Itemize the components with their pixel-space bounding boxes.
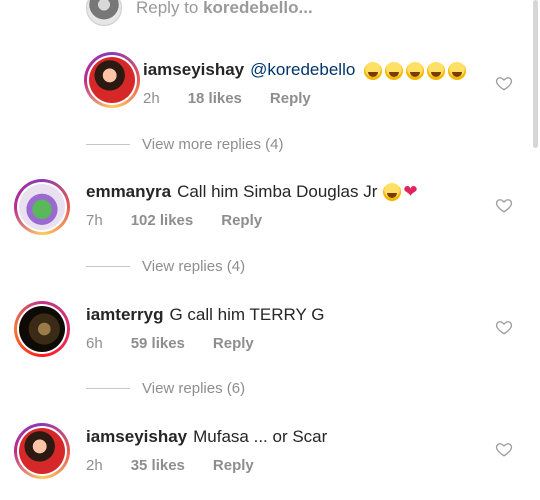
view-more-replies[interactable]: View more replies (4) — [86, 136, 283, 153]
comment-text: G call him TERRY G — [169, 305, 325, 324]
laughing-emoji-icon — [406, 61, 425, 80]
likes-count[interactable]: 18 likes — [188, 90, 242, 107]
username[interactable]: iamterryg — [86, 305, 163, 325]
red-heart-icon: ❤ — [403, 182, 418, 201]
current-user-avatar — [86, 0, 122, 26]
heart-outline-icon[interactable] — [495, 318, 513, 336]
username[interactable]: iamseyishay — [143, 60, 244, 80]
view-replies-label: View replies (6) — [142, 380, 246, 397]
reply-username: koredebello... — [203, 0, 313, 17]
reply-placeholder[interactable]: Reply to koredebello... — [136, 0, 313, 18]
profile-image — [89, 57, 135, 103]
username[interactable]: iamseyishay — [86, 427, 187, 447]
laughing-emoji-icon — [448, 61, 467, 80]
laughing-emoji-icon — [385, 61, 404, 80]
laughing-emoji-icon — [427, 61, 446, 80]
scrollbar[interactable] — [533, 0, 538, 148]
divider — [86, 266, 130, 267]
comment-meta: 7h 102 likes Reply — [86, 212, 290, 229]
username[interactable]: emmanyra — [86, 182, 171, 202]
divider — [86, 144, 130, 145]
likes-count[interactable]: 102 likes — [131, 212, 194, 229]
heart-outline-icon[interactable] — [495, 196, 513, 214]
comment-text: Mufasa ... or Scar — [193, 427, 328, 446]
divider — [86, 388, 130, 389]
view-replies[interactable]: View replies (4) — [86, 258, 245, 275]
comment-meta: 2h 35 likes Reply — [86, 457, 282, 474]
avatar[interactable] — [14, 423, 70, 479]
comments-screen: Reply to koredebello... iamseyishay @kor… — [0, 0, 540, 500]
comment-text: Call him Simba Douglas Jr — [177, 182, 378, 201]
reply-button[interactable]: Reply — [221, 212, 262, 229]
avatar[interactable] — [14, 301, 70, 357]
timestamp: 2h — [143, 90, 160, 107]
laughing-emoji-icon — [364, 61, 383, 80]
view-replies[interactable]: View replies (6) — [86, 380, 245, 397]
heart-outline-icon[interactable] — [495, 440, 513, 458]
timestamp: 6h — [86, 335, 103, 352]
reply-button[interactable]: Reply — [213, 335, 254, 352]
profile-image — [19, 184, 65, 230]
reply-composer[interactable]: Reply to koredebello... — [86, 0, 313, 26]
heart-outline-icon[interactable] — [495, 74, 513, 92]
view-replies-label: View replies (4) — [142, 258, 246, 275]
view-more-label: View more replies (4) — [142, 136, 284, 153]
comment-meta: 2h 18 likes Reply — [143, 90, 339, 107]
laughing-emoji-icon — [383, 183, 402, 201]
reply-button[interactable]: Reply — [213, 457, 254, 474]
timestamp: 2h — [86, 457, 103, 474]
comment-meta: 6h 59 likes Reply — [86, 335, 282, 352]
avatar[interactable] — [14, 179, 70, 235]
likes-count[interactable]: 35 likes — [131, 457, 185, 474]
mention-link[interactable]: @koredebello — [250, 60, 355, 80]
avatar[interactable] — [84, 52, 140, 108]
likes-count[interactable]: 59 likes — [131, 335, 185, 352]
reply-prefix: Reply to — [136, 0, 204, 17]
profile-image — [19, 306, 65, 352]
profile-image — [19, 428, 65, 474]
timestamp: 7h — [86, 212, 103, 229]
reply-button[interactable]: Reply — [270, 90, 311, 107]
